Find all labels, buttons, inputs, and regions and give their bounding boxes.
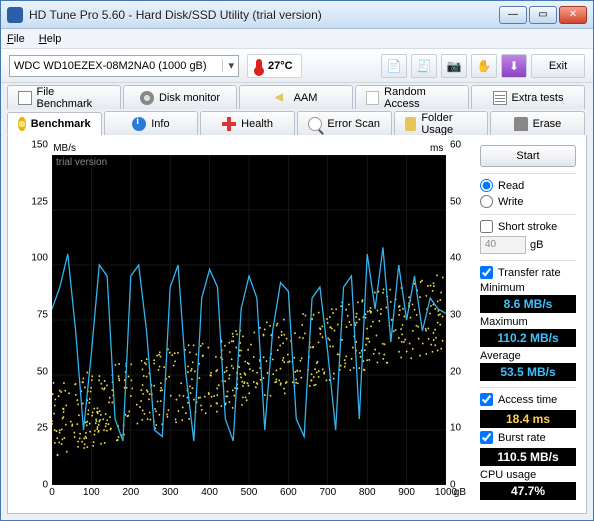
thermometer-icon [256, 59, 262, 73]
x-axis: gB 01002003004005006007008009001000 [52, 487, 446, 503]
tab-label: Random Access [384, 86, 458, 110]
chart-watermark: trial version [56, 157, 107, 168]
chevron-down-icon: ▾ [222, 59, 234, 72]
tab-info[interactable]: Info [104, 111, 199, 135]
y-left-unit: MB/s [53, 143, 76, 154]
tab-label: Health [241, 118, 273, 130]
scan-icon [308, 117, 322, 131]
tab-error-scan[interactable]: Error Scan [297, 111, 392, 135]
maximize-button[interactable]: ▭ [529, 6, 557, 24]
disk-icon [140, 91, 154, 105]
chart-area: MB/s 0255075100125150 trial version ms 0… [18, 145, 470, 503]
menu-help[interactable]: Help [39, 33, 62, 45]
metric-burst: 110.5 MB/s [480, 447, 576, 466]
screenshot-button[interactable]: 📷 [441, 54, 467, 78]
toolbar: WDC WD10EZEX-08M2NA0 (1000 gB) ▾ 27°C 📄 … [1, 49, 593, 83]
metric-average: Average 53.5 MB/s [480, 350, 576, 381]
side-panel: Start Read Write Short stroke 40 gB Tran… [480, 145, 576, 503]
window-title: HD Tune Pro 5.60 - Hard Disk/SSD Utility… [29, 8, 499, 22]
read-radio[interactable]: Read [480, 179, 576, 192]
tab-file-benchmark[interactable]: File Benchmark [7, 85, 121, 109]
accesstime-check[interactable]: Access time [480, 393, 576, 406]
titlebar[interactable]: HD Tune Pro 5.60 - Hard Disk/SSD Utility… [1, 1, 593, 29]
window-buttons: — ▭ ✕ [499, 6, 587, 24]
bench-icon [18, 117, 26, 131]
aam-icon [275, 91, 289, 105]
tab-health[interactable]: Health [200, 111, 295, 135]
tab-label: Disk monitor [159, 92, 220, 104]
start-button[interactable]: Start [480, 145, 576, 167]
app-icon [7, 7, 23, 23]
file-icon [18, 91, 32, 105]
chart-plot: trial version [52, 155, 446, 485]
minimize-button[interactable]: — [499, 6, 527, 24]
tabstrip-row1: File Benchmark Disk monitor AAM Random Acce… [1, 83, 593, 109]
toolbar-buttons: 📄 🧾 📷 ✋ ⬇ Exit [381, 54, 585, 78]
write-radio[interactable]: Write [480, 195, 576, 208]
tab-label: Erase [533, 118, 562, 130]
shortstroke-row: 40 gB [480, 236, 576, 254]
menubar: File Help [1, 29, 593, 49]
erase-icon [514, 117, 528, 131]
menu-file[interactable]: File [7, 33, 25, 45]
app-window: HD Tune Pro 5.60 - Hard Disk/SSD Utility… [0, 0, 594, 521]
save-button[interactable]: ⬇ [501, 54, 527, 78]
options-button[interactable]: ✋ [471, 54, 497, 78]
shortstroke-input[interactable]: 40 [480, 236, 526, 254]
transferrate-check[interactable]: Transfer rate [480, 266, 576, 279]
shortstroke-group: Short stroke 40 gB [480, 214, 576, 254]
exit-button[interactable]: Exit [531, 54, 585, 78]
access-group: Access time 18.4 ms Burst rate 110.5 MB/… [480, 387, 576, 500]
tab-folder-usage[interactable]: Folder Usage [394, 111, 489, 135]
temperature-readout: 27°C [247, 54, 302, 78]
tab-erase[interactable]: Erase [490, 111, 585, 135]
transfer-group: Transfer rate Minimum 8.6 MB/s Maximum 1… [480, 260, 576, 381]
tab-label: Extra tests [512, 92, 564, 104]
copy-info-button[interactable]: 📄 [381, 54, 407, 78]
folder-icon [405, 117, 417, 131]
tab-label: Error Scan [327, 118, 380, 130]
tab-label: Benchmark [31, 118, 91, 130]
mode-group: Read Write [480, 173, 576, 208]
info-icon [132, 117, 146, 131]
tab-random-access[interactable]: Random Access [355, 85, 469, 109]
tabstrip-row2: Benchmark Info Health Error Scan Folder Usag… [1, 109, 593, 135]
metric-maximum: Maximum 110.2 MB/s [480, 316, 576, 347]
tab-disk-monitor[interactable]: Disk monitor [123, 85, 237, 109]
temperature-value: 27°C [268, 60, 293, 72]
device-select-value: WDC WD10EZEX-08M2NA0 (1000 gB) [14, 60, 207, 72]
tab-label: Info [151, 118, 169, 130]
metric-access: 18.4 ms [480, 409, 576, 428]
health-icon [222, 117, 236, 131]
content-panel: MB/s 0255075100125150 trial version ms 0… [7, 135, 587, 514]
tab-benchmark[interactable]: Benchmark [7, 112, 102, 136]
rand-icon [366, 91, 379, 105]
shortstroke-unit: gB [530, 239, 543, 251]
device-select[interactable]: WDC WD10EZEX-08M2NA0 (1000 gB) ▾ [9, 55, 239, 77]
extra-icon [493, 91, 507, 105]
copy-screenshot-button[interactable]: 🧾 [411, 54, 437, 78]
y-axis-right: ms 0102030405060 [446, 145, 470, 485]
y-axis-left: MB/s 0255075100125150 [18, 145, 52, 485]
tab-label: Folder Usage [421, 112, 477, 136]
burstrate-check[interactable]: Burst rate [480, 431, 576, 444]
close-button[interactable]: ✕ [559, 6, 587, 24]
tab-extra-tests[interactable]: Extra tests [471, 85, 585, 109]
metric-cpu: CPU usage 47.7% [480, 469, 576, 500]
tab-label: File Benchmark [37, 86, 110, 110]
metric-minimum: Minimum 8.6 MB/s [480, 282, 576, 313]
tab-label: AAM [294, 92, 318, 104]
chart-svg [52, 155, 446, 485]
tab-aam[interactable]: AAM [239, 85, 353, 109]
y-right-unit: ms [430, 143, 443, 154]
shortstroke-check[interactable]: Short stroke [480, 220, 576, 233]
